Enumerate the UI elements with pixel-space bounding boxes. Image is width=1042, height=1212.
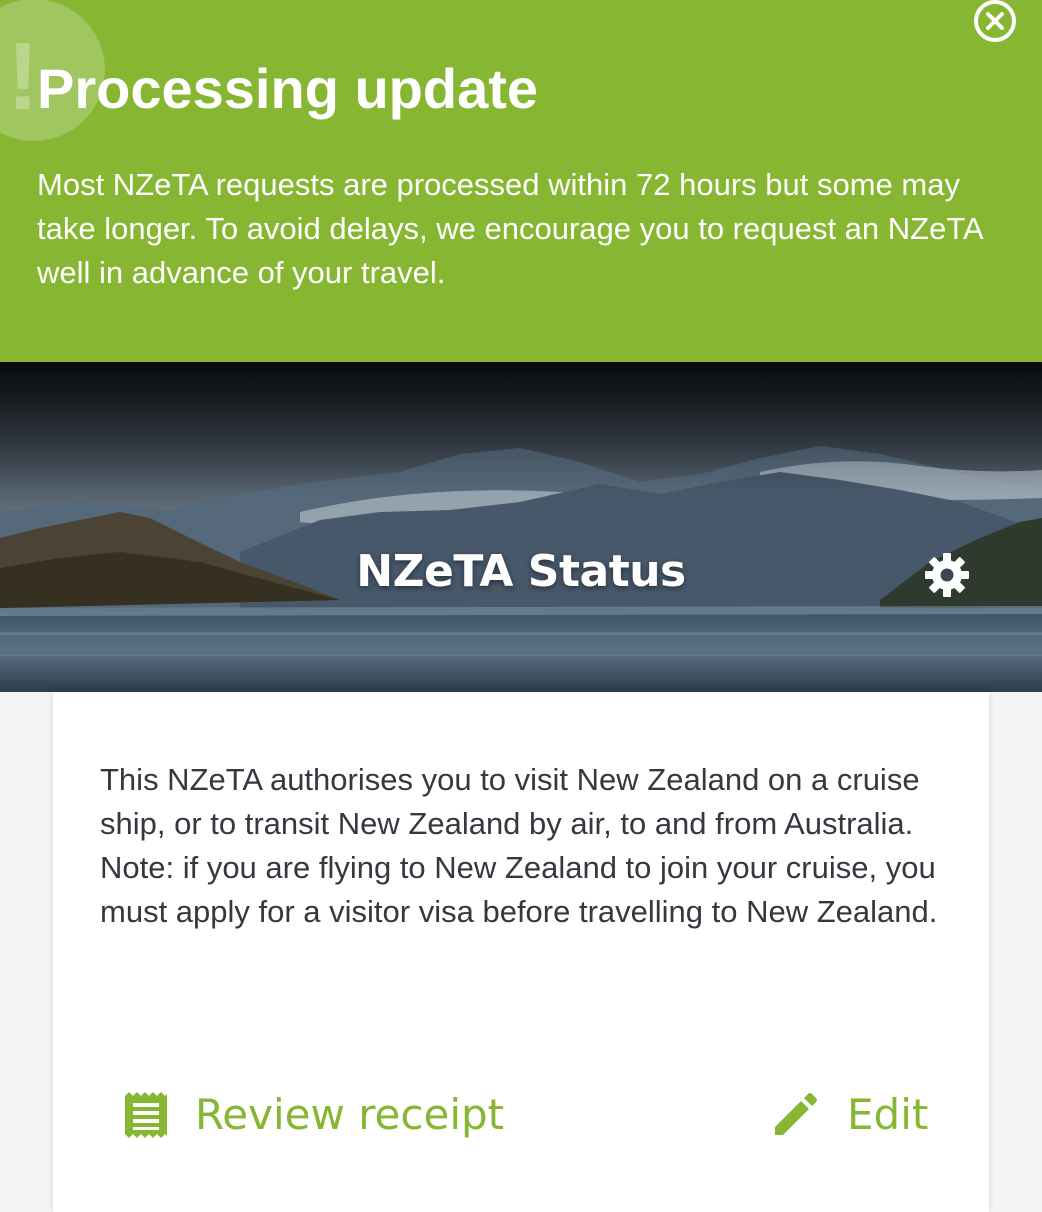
review-receipt-button[interactable]: Review receipt	[123, 1080, 504, 1150]
page-title: NZeTA Status	[356, 546, 686, 597]
banner-title: Processing update	[37, 57, 539, 120]
edit-label: Edit	[847, 1090, 929, 1139]
review-receipt-label: Review receipt	[195, 1090, 505, 1139]
status-card: This NZeTA authorises you to visit New Z…	[53, 692, 989, 1212]
gear-icon	[925, 553, 969, 597]
nzeta-authorisation-message: This NZeTA authorises you to visit New Z…	[100, 762, 938, 929]
close-banner-button[interactable]	[974, 0, 1016, 42]
landscape-image	[0, 362, 1042, 692]
receipt-icon	[123, 1090, 169, 1140]
processing-update-banner: ! Processing update Most NZeTA requests …	[0, 0, 1042, 362]
edit-button[interactable]: Edit	[771, 1080, 928, 1150]
settings-button[interactable]	[922, 550, 972, 600]
exclamation-icon: !	[7, 23, 39, 130]
banner-message: Most NZeTA requests are processed within…	[37, 167, 982, 290]
close-icon	[986, 12, 1004, 30]
pencil-icon	[771, 1091, 819, 1139]
header-landscape-image	[0, 362, 1042, 692]
